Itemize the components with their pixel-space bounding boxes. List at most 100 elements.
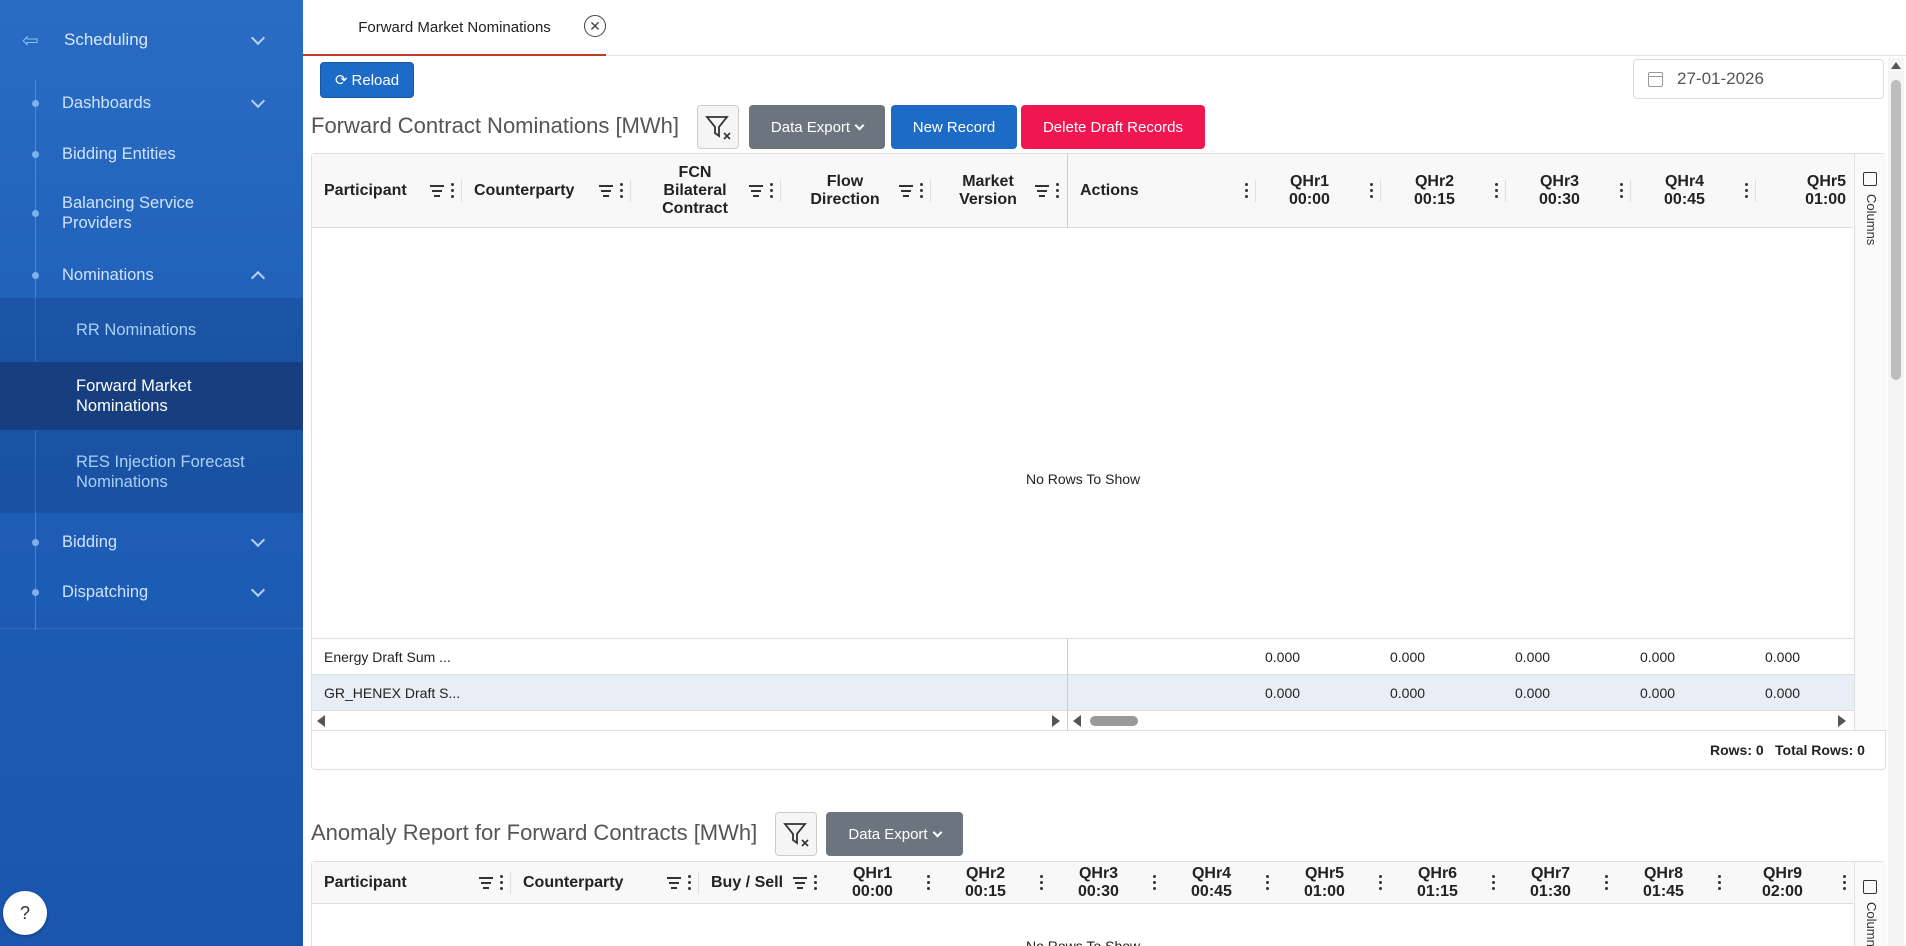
sidebar-item-bidding-entities[interactable]: Bidding Entities	[0, 131, 303, 177]
sidebar-header-scheduling[interactable]: ⇦ Scheduling	[0, 0, 303, 80]
col-header-qhr4[interactable]: QHr4 00:45	[1631, 154, 1756, 227]
page-vertical-scrollbar[interactable]	[1888, 58, 1904, 946]
fcn-data-export-button[interactable]: Data Export	[749, 105, 885, 149]
scroll-left-icon[interactable]	[1073, 715, 1081, 727]
filter-icon[interactable]	[667, 876, 681, 889]
column-menu-icon[interactable]	[1491, 875, 1495, 890]
col-header-market-version[interactable]: Market Version	[931, 154, 1067, 227]
sidebar-item-dispatching[interactable]: Dispatching	[0, 569, 303, 615]
column-menu-icon[interactable]	[1265, 875, 1269, 890]
no-rows-message: No Rows To Show	[1026, 938, 1141, 946]
footer-value: 0.000	[1390, 649, 1426, 665]
pinned-horizontal-scrollbar[interactable]	[312, 710, 1068, 730]
date-picker[interactable]: 27-01-2026	[1633, 59, 1884, 99]
sidebar-item-rr-nominations[interactable]: RR Nominations	[0, 298, 303, 362]
col-header-buy-sell[interactable]: Buy / Sell	[699, 862, 825, 903]
column-menu-icon[interactable]	[1744, 183, 1748, 198]
col-header-qhr8[interactable]: QHr8 01:45	[1616, 862, 1729, 903]
anomaly-clear-filters-button[interactable]	[775, 812, 817, 856]
back-arrow-icon[interactable]: ⇦	[22, 28, 46, 53]
delete-draft-records-button[interactable]: Delete Draft Records	[1021, 105, 1205, 149]
chevron-down-icon	[250, 582, 266, 597]
column-menu-icon[interactable]	[919, 183, 923, 198]
col-header-qhr1[interactable]: QHr1 00:00	[1256, 154, 1381, 227]
help-button[interactable]: ?	[3, 891, 47, 935]
calendar-icon	[1648, 71, 1663, 87]
column-menu-icon[interactable]	[450, 183, 454, 198]
scroll-right-icon[interactable]	[1052, 715, 1060, 727]
new-record-button[interactable]: New Record	[891, 105, 1017, 149]
col-header-qhr4[interactable]: QHr4 00:45	[1164, 862, 1277, 903]
column-menu-icon[interactable]	[1619, 183, 1623, 198]
col-header-participant[interactable]: Participant	[312, 154, 462, 227]
column-menu-icon[interactable]	[926, 875, 930, 890]
filter-icon[interactable]	[899, 184, 913, 197]
sidebar-item-bidding[interactable]: Bidding	[0, 519, 303, 565]
column-menu-icon[interactable]	[1152, 875, 1156, 890]
filter-icon[interactable]	[599, 184, 613, 197]
scroll-thumb[interactable]	[1891, 80, 1901, 380]
col-header-label: QHr2 00:15	[1414, 172, 1455, 208]
col-header-participant[interactable]: Participant	[312, 862, 511, 903]
scroll-up-icon[interactable]	[1891, 62, 1901, 69]
sidebar-item-res-injection-forecast-nominations[interactable]: RES Injection Forecast Nominations	[0, 430, 303, 513]
col-header-qhr2[interactable]: QHr2 00:15	[1381, 154, 1506, 227]
footer-value: 0.000	[1265, 685, 1301, 701]
sidebar-item-forward-market-nominations[interactable]: Forward Market Nominations	[0, 362, 303, 430]
column-menu-icon[interactable]	[813, 875, 817, 890]
center-horizontal-scrollbar[interactable]	[1068, 710, 1854, 730]
sidebar-item-balancing-service-providers[interactable]: Balancing Service Providers	[0, 190, 303, 236]
tab-forward-market-nominations[interactable]: Forward Market Nominations	[303, 0, 606, 56]
col-header-qhr5[interactable]: QHr5 01:00	[1756, 154, 1854, 227]
column-menu-icon[interactable]	[687, 875, 691, 890]
anomaly-data-export-button[interactable]: Data Export	[826, 812, 963, 856]
col-header-actions[interactable]: Actions	[1068, 154, 1256, 227]
column-menu-icon[interactable]	[619, 183, 623, 198]
col-header-qhr5[interactable]: QHr5 01:00	[1277, 862, 1390, 903]
column-menu-icon[interactable]	[499, 875, 503, 890]
column-menu-icon[interactable]	[1717, 875, 1721, 890]
col-header-qhr1[interactable]: QHr1 00:00	[825, 862, 938, 903]
clear-filter-icon	[705, 116, 731, 140]
column-menu-icon[interactable]	[1378, 875, 1382, 890]
columns-icon	[1863, 880, 1877, 894]
reload-button[interactable]: ⟳ Reload	[320, 62, 414, 98]
col-header-qhr3[interactable]: QHr3 00:30	[1051, 862, 1164, 903]
col-header-qhr9[interactable]: QHr9 02:00	[1729, 862, 1854, 903]
filter-icon[interactable]	[1035, 184, 1049, 197]
bullet-icon	[32, 99, 39, 107]
clear-filters-button[interactable]	[697, 105, 739, 149]
columns-label: Columns	[1864, 902, 1879, 946]
column-menu-icon[interactable]	[1039, 875, 1043, 890]
sidebar-item-nominations[interactable]: Nominations	[0, 252, 303, 298]
column-menu-icon[interactable]	[1244, 183, 1248, 198]
col-header-qhr7[interactable]: QHr7 01:30	[1503, 862, 1616, 903]
fcn-columns-panel-toggle[interactable]: Columns	[1854, 154, 1886, 730]
column-menu-icon[interactable]	[1494, 183, 1498, 198]
col-header-qhr2[interactable]: QHr2 00:15	[938, 862, 1051, 903]
scroll-right-icon[interactable]	[1838, 715, 1846, 727]
column-menu-icon[interactable]	[1842, 875, 1846, 890]
col-header-fcn-bilateral-contract[interactable]: FCN Bilateral Contract	[631, 154, 781, 227]
column-menu-icon[interactable]	[1055, 183, 1059, 198]
footer-value: 0.000	[1765, 685, 1801, 701]
anomaly-columns-panel-toggle[interactable]: Columns	[1854, 862, 1886, 946]
scroll-left-icon[interactable]	[317, 715, 325, 727]
filter-icon[interactable]	[430, 184, 444, 197]
col-header-flow-direction[interactable]: Flow Direction	[781, 154, 931, 227]
column-menu-icon[interactable]	[1604, 875, 1608, 890]
column-menu-icon[interactable]	[769, 183, 773, 198]
scroll-thumb[interactable]	[1090, 716, 1138, 726]
close-tab-icon[interactable]: ✕	[584, 15, 606, 37]
col-header-counterparty[interactable]: Counterparty	[511, 862, 699, 903]
filter-icon[interactable]	[749, 184, 763, 197]
filter-icon[interactable]	[479, 876, 493, 889]
column-menu-icon[interactable]	[1369, 183, 1373, 198]
col-header-qhr3[interactable]: QHr3 00:30	[1506, 154, 1631, 227]
bullet-icon	[32, 271, 39, 279]
sidebar-item-dashboards[interactable]: Dashboards	[0, 80, 303, 126]
filter-icon[interactable]	[793, 876, 807, 889]
footer-value: 0.000	[1265, 649, 1301, 665]
col-header-counterparty[interactable]: Counterparty	[462, 154, 631, 227]
col-header-qhr6[interactable]: QHr6 01:15	[1390, 862, 1503, 903]
